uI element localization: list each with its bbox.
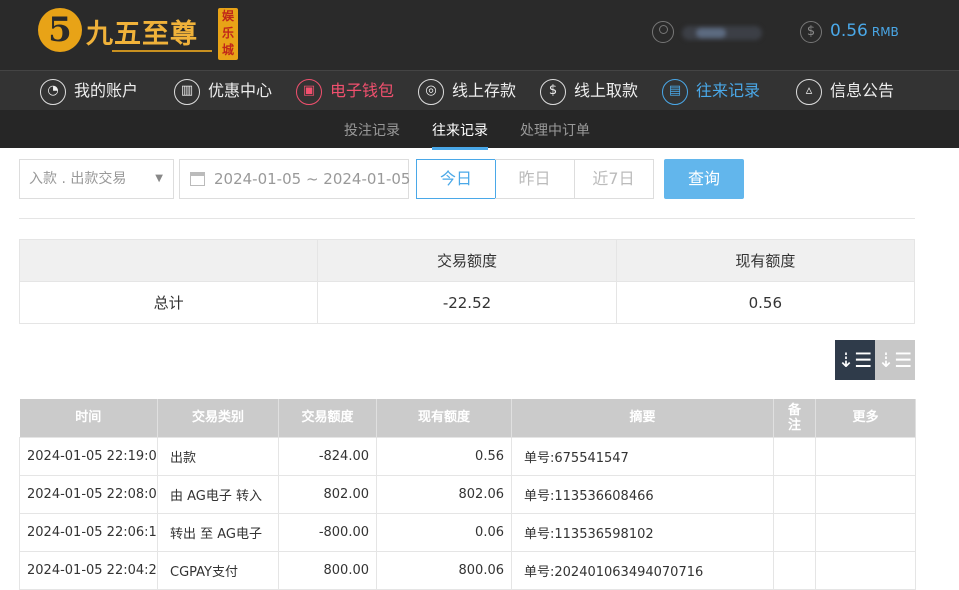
user-icon: ◔	[40, 78, 66, 105]
subtab-transactions[interactable]: 往来记录	[432, 120, 488, 150]
table-row: 2024-01-05 22:04:21 CGPAY支付 800.00 800.0…	[19, 550, 916, 590]
column-header[interactable]: 摘要	[511, 399, 774, 437]
table-row: 2024-01-05 22:06:15 转出 至 AG电子 -800.00 0.…	[19, 512, 916, 552]
logo-mark: 5	[38, 8, 82, 52]
nav-item-wallet[interactable]: ▣ 电子钱包	[296, 76, 394, 106]
nav-label: 线上存款	[452, 81, 517, 100]
column-header[interactable]: 现有额度	[376, 399, 512, 437]
transaction-type-select[interactable]: 入款 . 出款交易 ▼	[19, 159, 174, 199]
quick-today-button[interactable]: 今日	[416, 159, 496, 199]
cell-amount: 802.00	[278, 474, 377, 514]
sort-ascending-icon[interactable]: ⇣☰	[875, 340, 915, 380]
nav-label: 电子钱包	[330, 81, 395, 100]
cell-more[interactable]	[815, 436, 916, 476]
sort-controls: ⇣☰ ⇣☰	[835, 340, 915, 380]
balance-display: 0.56 RMB	[830, 21, 899, 41]
site-logo[interactable]: 5 九五至尊 娱乐城	[38, 6, 243, 62]
cell-type: 由 AG电子 转入	[157, 474, 279, 514]
column-header[interactable]: 备注	[773, 399, 816, 437]
cell-summary: 单号:113536608466	[511, 474, 774, 514]
cell-summary: 单号:113536598102	[511, 512, 774, 552]
cell-balance: 0.56	[376, 436, 512, 476]
logo-badge: 娱乐城	[218, 8, 238, 60]
records-table: 时间 交易类别 交易额度 现有额度 摘要 备注 更多 2024-01-05 22…	[19, 399, 916, 590]
date-range-input[interactable]: 2024-01-05 ~ 2024-01-05	[179, 159, 411, 199]
nav-label: 我的账户	[74, 81, 139, 100]
cell-more[interactable]	[815, 474, 916, 514]
gift-icon: ▥	[174, 78, 200, 105]
main-nav: ◔ 我的账户 ▥ 优惠中心 ▣ 电子钱包 ◎ 线上存款 $ 线上取款 ▤ 往来记录 ▵ 信息公…	[0, 70, 959, 110]
nav-label: 往来记录	[696, 81, 761, 100]
withdraw-icon: $	[540, 78, 566, 105]
balance-currency: RMB	[871, 25, 899, 39]
wallet-icon: ▣	[296, 78, 322, 105]
bell-icon: ▵	[796, 78, 822, 105]
cell-type: 转出 至 AG电子	[157, 512, 279, 552]
sort-descending-icon[interactable]: ⇣☰	[835, 340, 875, 380]
cell-note	[773, 436, 816, 476]
cell-note	[773, 550, 816, 590]
cell-summary: 单号:202401063494070716	[511, 550, 774, 590]
summary-balance: 0.56	[615, 281, 916, 324]
column-header[interactable]: 更多	[815, 399, 916, 437]
cell-more[interactable]	[815, 512, 916, 552]
nav-item-promotions[interactable]: ▥ 优惠中心	[174, 76, 272, 106]
subtab-bet-records[interactable]: 投注记录	[344, 120, 400, 140]
caret-down-icon: ▼	[155, 173, 163, 184]
cell-balance: 800.06	[376, 550, 512, 590]
nav-item-deposit[interactable]: ◎ 线上存款	[418, 76, 516, 106]
cell-note	[773, 474, 816, 514]
cell-time: 2024-01-05 22:06:15	[19, 512, 158, 552]
nav-item-account[interactable]: ◔ 我的账户	[40, 76, 138, 106]
table-row: 2024-01-05 22:08:07 由 AG电子 转入 802.00 802…	[19, 474, 916, 514]
user-icon[interactable]	[652, 21, 674, 43]
deposit-icon: ◎	[418, 78, 444, 105]
cell-amount: 800.00	[278, 550, 377, 590]
calendar-icon	[190, 172, 205, 186]
nav-item-announcements[interactable]: ▵ 信息公告	[796, 76, 894, 106]
cell-amount: -824.00	[278, 436, 377, 476]
summary-header: 现有额度	[615, 239, 916, 282]
nav-item-withdraw[interactable]: $ 线上取款	[540, 76, 638, 106]
search-button[interactable]: 查询	[664, 159, 744, 199]
nav-item-records[interactable]: ▤ 往来记录	[662, 76, 760, 106]
nav-label: 信息公告	[830, 81, 895, 100]
cell-type: CGPAY支付	[157, 550, 279, 590]
cell-note	[773, 512, 816, 552]
cell-time: 2024-01-05 22:19:01	[19, 436, 158, 476]
cell-summary: 单号:675541547	[511, 436, 774, 476]
summary-header	[18, 239, 319, 282]
username-redacted	[682, 26, 762, 40]
select-value: 入款 . 出款交易	[29, 171, 127, 187]
logo-ornament	[112, 50, 212, 52]
cell-balance: 0.06	[376, 512, 512, 552]
dollar-icon: $	[800, 21, 822, 43]
cell-time: 2024-01-05 22:08:07	[19, 474, 158, 514]
column-header[interactable]: 交易类别	[157, 399, 279, 437]
quick-7days-button[interactable]: 近7日	[574, 159, 654, 199]
subtab-pending-orders[interactable]: 处理中订单	[520, 120, 590, 140]
column-header[interactable]: 交易额度	[278, 399, 377, 437]
date-range-value: 2024-01-05 ~ 2024-01-05	[214, 170, 411, 188]
balance-amount: 0.56	[830, 21, 868, 41]
nav-label: 优惠中心	[208, 81, 273, 100]
summary-header: 交易额度	[317, 239, 617, 282]
nav-label: 线上取款	[574, 81, 639, 100]
records-icon: ▤	[662, 78, 688, 105]
cell-balance: 802.06	[376, 474, 512, 514]
summary-table: 交易额度 现有额度 总计 -22.52 0.56	[18, 239, 916, 324]
cell-more[interactable]	[815, 550, 916, 590]
summary-amount: -22.52	[317, 281, 617, 324]
column-header[interactable]: 时间	[19, 399, 158, 437]
logo-name: 九五至尊	[86, 19, 198, 50]
divider	[19, 218, 915, 219]
table-row: 2024-01-05 22:19:01 出款 -824.00 0.56 单号:6…	[19, 436, 916, 476]
top-header: 5 九五至尊 娱乐城 $ 0.56 RMB	[0, 0, 959, 70]
sub-nav: 投注记录 往来记录 处理中订单	[0, 110, 959, 150]
cell-time: 2024-01-05 22:04:21	[19, 550, 158, 590]
cell-type: 出款	[157, 436, 279, 476]
quick-yesterday-button[interactable]: 昨日	[495, 159, 575, 199]
summary-label: 总计	[18, 281, 319, 324]
cell-amount: -800.00	[278, 512, 377, 552]
